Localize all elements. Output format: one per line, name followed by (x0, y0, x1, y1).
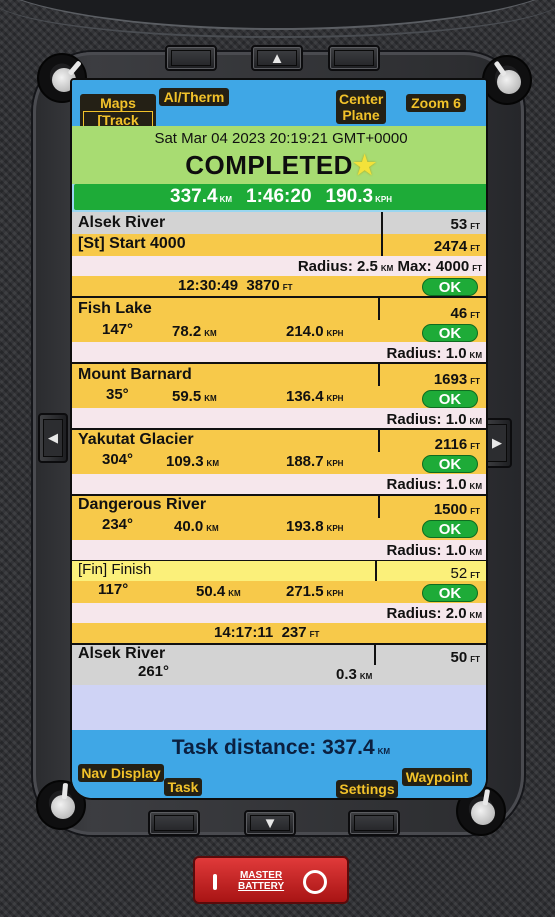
finish-time: 14:17:11 237 FT (214, 624, 320, 641)
gps-screen: Maps [Track Up] Al/Therm Center Plane Zo… (70, 78, 488, 800)
waypoint-radius: Radius: 2.0 KM (386, 605, 482, 622)
waypoint-name: Mount Barnard (78, 366, 192, 383)
waypoint-speed: 188.7 KPH (286, 453, 344, 470)
waypoint-radius: Radius: 1.0 KM (386, 542, 482, 559)
waypoint-name: Fish Lake (78, 300, 152, 317)
settings-button[interactable]: Settings (336, 780, 398, 798)
left-arrow-icon: ◀ (43, 419, 63, 457)
waypoint-name: Dangerous River (78, 496, 207, 513)
center-label: Center (339, 91, 384, 107)
center-plane-button[interactable]: Center Plane (336, 90, 386, 124)
divider (378, 298, 380, 320)
summary-time: 1:46:20 (246, 186, 312, 207)
top-left-softkey[interactable] (165, 45, 217, 71)
waypoint-distance: 40.0 KM (174, 518, 219, 535)
waypoint-bearing: 234° (102, 516, 134, 533)
divider (378, 496, 380, 518)
ok-badge: OK (422, 520, 478, 538)
waypoint-speed: 271.5 KPH (286, 583, 344, 600)
waypoint-altitude: 50 FT (450, 649, 480, 666)
divider (381, 212, 383, 234)
waypoint-altitude: 2116 FT (434, 436, 480, 453)
ok-badge: OK (422, 390, 478, 408)
waypoint-speed: 214.0 KPH (286, 323, 344, 340)
top-right-knob[interactable] (482, 55, 532, 105)
panel-bezel-inner (0, 0, 555, 38)
waypoint-altitude: 1693 FT (433, 371, 480, 388)
divider (374, 645, 376, 665)
waypoint-bearing: 261° (138, 663, 170, 680)
waypoint-name: [Fin] Finish (78, 561, 152, 578)
waypoint-altitude: 1500 FT (433, 501, 480, 518)
ok-badge: OK (422, 584, 478, 602)
divider (375, 561, 377, 581)
top-right-softkey[interactable] (328, 45, 380, 71)
list-empty-area (72, 685, 486, 730)
top-up-softkey[interactable]: ▲ (251, 45, 303, 71)
waypoint-name: [St] Start 4000 (78, 235, 186, 252)
summary-speed: 190.3 KPH (325, 186, 392, 207)
waypoint-distance: 59.5 KM (172, 388, 217, 405)
divider (378, 364, 380, 386)
waypoint-radius: Radius: 1.0 KM (386, 476, 482, 493)
waypoint-name: Alsek River (78, 645, 166, 662)
right-arrow-icon: ▶ (487, 424, 507, 462)
switch-off-icon (213, 874, 217, 890)
left-softkey[interactable]: ◀ (38, 413, 68, 463)
waypoint-altitude: 53 FT (450, 216, 480, 233)
up-arrow-icon: ▲ (257, 50, 297, 67)
waypoint-distance: 78.2 KM (172, 323, 217, 340)
maps-label: Maps (100, 95, 136, 111)
summary-distance: 337.4 KM (170, 186, 233, 207)
start-radius-max: Radius: 2.5 KM Max: 4000 FT (297, 258, 482, 275)
waypoint-radius: Radius: 1.0 KM (386, 411, 482, 428)
waypoint-bearing: 304° (102, 451, 134, 468)
task-distance: Task distance: 337.4 KM (171, 736, 391, 759)
datetime-label: Sat Mar 04 2023 20:19:21 GMT+0000 (154, 130, 408, 147)
bottom-down-softkey[interactable]: ▼ (244, 810, 296, 836)
divider (378, 430, 380, 452)
down-arrow-icon: ▼ (250, 815, 290, 832)
waypoint-distance: 0.3 KM (336, 666, 373, 683)
star-icon: ★ (352, 150, 377, 180)
waypoint-speed: 136.4 KPH (286, 388, 344, 405)
waypoint-distance: 50.4 KM (196, 583, 241, 600)
ok-badge: OK (422, 455, 478, 473)
waypoint-distance: 109.3 KM (166, 453, 219, 470)
waypoint-name: Yakutat Glacier (78, 431, 194, 448)
master-battery-switch[interactable]: MASTER BATTERY (193, 856, 349, 904)
switch-on-icon (303, 870, 327, 894)
bottom-right-softkey[interactable] (348, 810, 400, 836)
ok-badge: OK (422, 324, 478, 342)
al-therm-button[interactable]: Al/Therm (159, 88, 229, 106)
waypoint-altitude: 2474 FT (433, 238, 480, 255)
waypoint-altitude: 52 FT (450, 565, 480, 582)
task-status: COMPLETED★ (72, 150, 486, 181)
waypoint-bearing: 35° (106, 386, 129, 403)
master-battery-label: MASTER BATTERY (238, 870, 285, 892)
nav-display-button[interactable]: Nav Display (78, 764, 164, 782)
status-text: COMPLETED (185, 150, 353, 180)
waypoint-altitude: 46 FT (450, 305, 480, 322)
waypoint-bearing: 147° (102, 321, 134, 338)
waypoint-name: Alsek River (78, 214, 166, 231)
plane-label: Plane (342, 107, 380, 123)
waypoint-button[interactable]: Waypoint (402, 768, 472, 786)
waypoint-radius: Radius: 1.0 KM (386, 345, 482, 362)
bottom-left-softkey[interactable] (148, 810, 200, 836)
task-button[interactable]: Task (164, 778, 202, 796)
task-summary-bar: 337.4 KM 1:46:20 190.3 KPH (74, 184, 486, 210)
waypoint-bearing: 117° (98, 581, 129, 598)
zoom-button[interactable]: Zoom 6 (406, 94, 466, 112)
ok-badge: OK (422, 278, 478, 296)
divider (381, 234, 383, 256)
waypoint-speed: 193.8 KPH (286, 518, 344, 535)
start-time: 12:30:49 3870 FT (178, 277, 293, 294)
